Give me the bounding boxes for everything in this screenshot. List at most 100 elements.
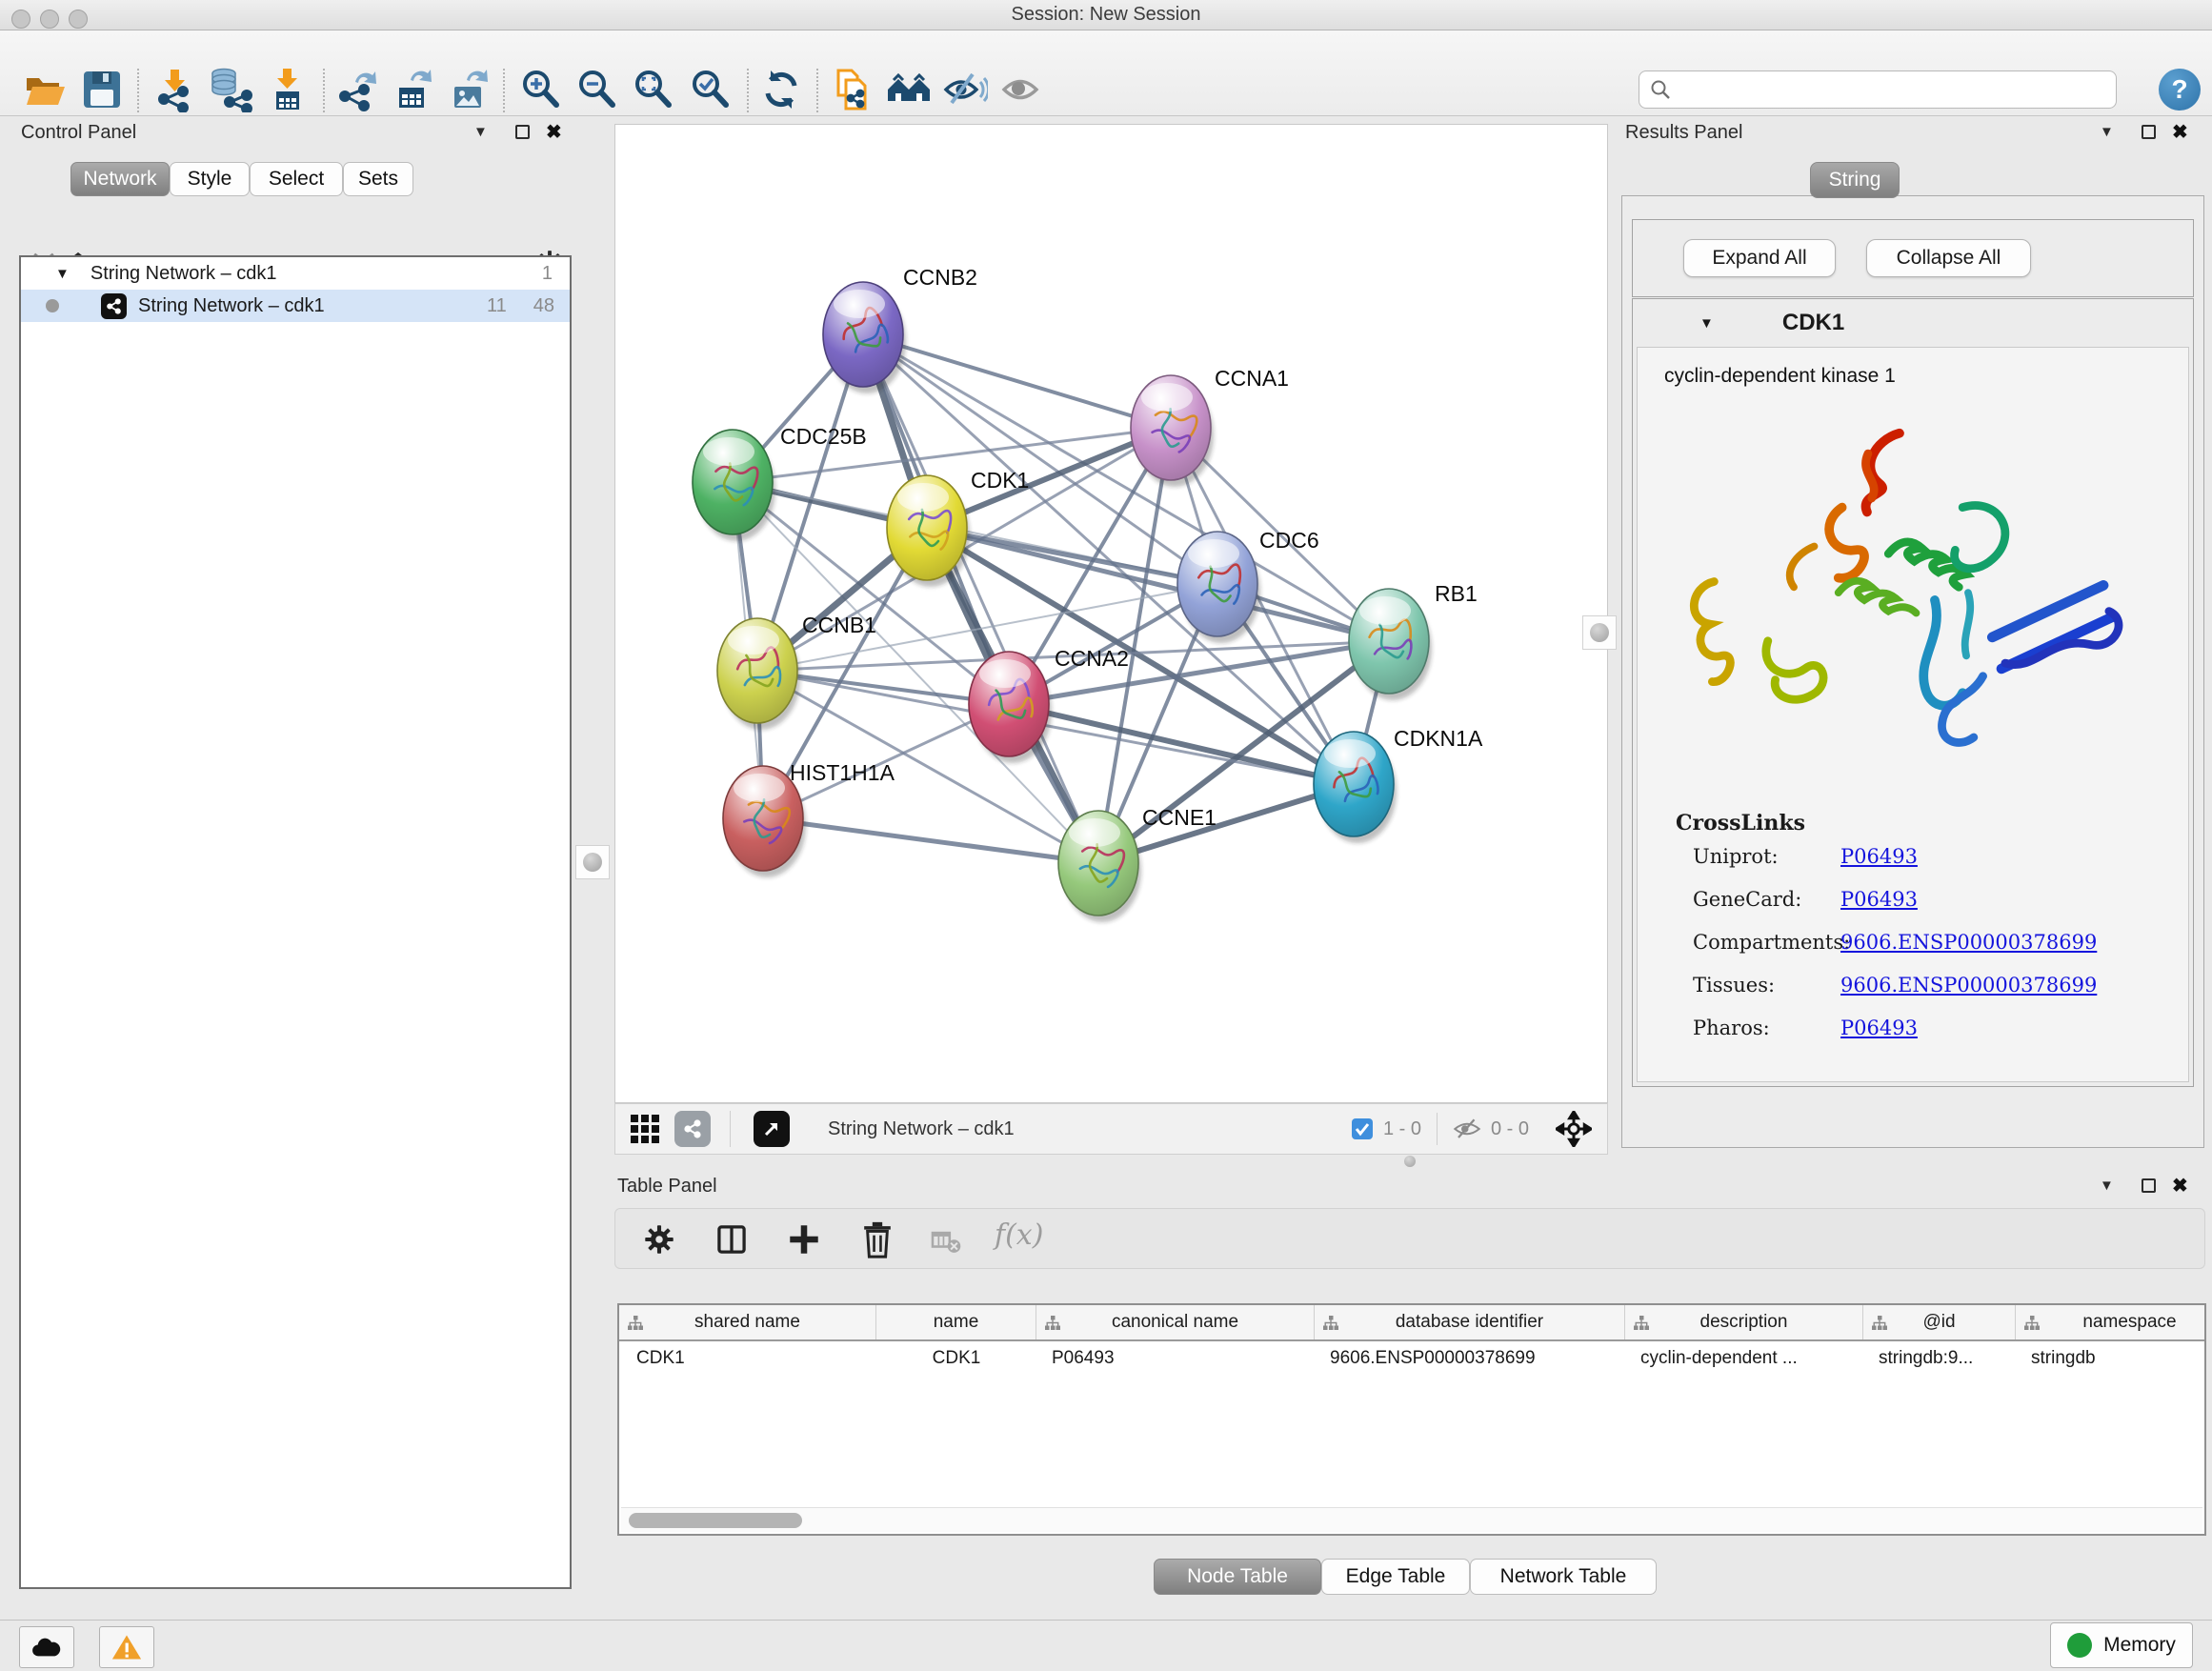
horizontal-splitter[interactable] <box>598 1156 2212 1167</box>
cloud-status-button[interactable] <box>19 1626 74 1668</box>
selected-checkbox-icon[interactable] <box>1351 1117 1374 1140</box>
show-all-icon[interactable] <box>999 67 1045 112</box>
zoom-selected-icon[interactable] <box>688 67 734 112</box>
apply-layout-icon[interactable] <box>758 67 804 112</box>
float-panel-icon[interactable] <box>2142 1178 2156 1193</box>
network-node-cdkn1a[interactable] <box>1314 732 1397 843</box>
panel-menu-icon[interactable]: ▼ <box>2100 124 2114 140</box>
column-header-database-identifier[interactable]: database identifier <box>1315 1305 1625 1339</box>
crosslink-link[interactable]: P06493 <box>1840 845 1918 868</box>
tab-network-table[interactable]: Network Table <box>1470 1559 1657 1595</box>
import-table-icon[interactable] <box>264 67 310 112</box>
column-header-canonical-name[interactable]: canonical name <box>1036 1305 1315 1339</box>
panel-splitter-handle[interactable] <box>575 845 610 879</box>
panel-menu-icon[interactable]: ▼ <box>473 124 488 140</box>
help-icon[interactable]: ? <box>2159 69 2201 111</box>
network-node-ccnb2[interactable] <box>823 282 906 393</box>
import-network-from-file-icon[interactable] <box>151 67 197 112</box>
panel-menu-icon[interactable]: ▼ <box>2100 1178 2114 1194</box>
open-file-icon[interactable] <box>22 67 68 112</box>
column-header-namespace[interactable]: namespace <box>2016 1305 2212 1339</box>
network-row-selected[interactable]: String Network – cdk1 11 48 <box>21 290 570 322</box>
section-collapse-icon[interactable]: ▼ <box>1699 315 1714 332</box>
tab-string[interactable]: String <box>1810 162 1900 198</box>
network-node-cdk1[interactable] <box>887 475 970 587</box>
tab-style[interactable]: Style <box>170 162 250 196</box>
memory-button[interactable]: Memory <box>2050 1622 2193 1668</box>
window-title: Session: New Session <box>0 4 2212 26</box>
cell-name[interactable]: CDK1 <box>876 1341 1036 1376</box>
network-edge[interactable] <box>863 334 1098 863</box>
network-edge[interactable] <box>927 528 1389 641</box>
pan-navigate-icon[interactable] <box>1556 1111 1592 1147</box>
table-row[interactable]: CDK1CDK1P064939606.ENSP00000378699cyclin… <box>619 1341 2204 1376</box>
cell--id[interactable]: stringdb:9... <box>1863 1341 2016 1376</box>
cell-canonical-name[interactable]: P06493 <box>1036 1341 1315 1376</box>
export-table-icon[interactable] <box>390 67 435 112</box>
network-edge[interactable] <box>763 818 1098 863</box>
gene-description: cyclin-dependent kinase 1 <box>1664 365 1896 388</box>
node-label-ccnb2: CCNB2 <box>903 265 977 290</box>
tab-select[interactable]: Select <box>250 162 343 196</box>
search-input[interactable] <box>1672 79 2091 100</box>
zoom-out-icon[interactable] <box>574 67 620 112</box>
duplicate-network-icon[interactable] <box>829 67 875 112</box>
collapse-all-button[interactable]: Collapse All <box>1866 239 2031 277</box>
tab-node-table[interactable]: Node Table <box>1154 1559 1321 1595</box>
float-panel-icon[interactable] <box>515 125 530 139</box>
hide-selected-icon[interactable] <box>942 67 988 112</box>
show-columns-icon[interactable] <box>714 1222 749 1257</box>
cell-description[interactable]: cyclin-dependent ... <box>1625 1341 1863 1376</box>
tab-edge-table[interactable]: Edge Table <box>1321 1559 1470 1595</box>
results-panel-body: Expand All Collapse All ▼ CDK1 cyclin-de… <box>1621 195 2204 1148</box>
delete-column-icon[interactable] <box>859 1220 895 1258</box>
grid-mode-icon[interactable] <box>629 1113 661 1145</box>
crosslink-link[interactable]: P06493 <box>1840 888 1918 911</box>
import-network-from-database-icon[interactable] <box>208 67 253 112</box>
collection-count: 1 <box>542 263 553 285</box>
crosslink-link[interactable]: 9606.ENSP00000378699 <box>1840 931 2097 954</box>
cell-shared-name[interactable]: CDK1 <box>619 1341 876 1376</box>
select-first-neighbors-icon[interactable] <box>886 67 932 112</box>
close-panel-icon[interactable]: ✖ <box>2172 1174 2188 1198</box>
column-header-shared-name[interactable]: shared name <box>619 1305 876 1339</box>
tab-network[interactable]: Network <box>70 162 170 196</box>
network-label: String Network – cdk1 <box>138 295 325 317</box>
column-header-description[interactable]: description <box>1625 1305 1863 1339</box>
tab-sets[interactable]: Sets <box>343 162 413 196</box>
close-panel-icon[interactable]: ✖ <box>2172 120 2188 144</box>
crosslink-link[interactable]: P06493 <box>1840 1017 1918 1039</box>
network-view-mode-icon[interactable] <box>674 1111 711 1147</box>
column-header-name[interactable]: name <box>876 1305 1036 1339</box>
zoom-in-icon[interactable] <box>518 67 564 112</box>
close-panel-icon[interactable]: ✖ <box>546 120 562 144</box>
export-image-icon[interactable] <box>446 67 492 112</box>
export-network-icon[interactable] <box>334 67 380 112</box>
network-node-ccnb1[interactable] <box>717 618 800 730</box>
network-node-ccna2[interactable] <box>969 652 1052 763</box>
network-canvas[interactable]: CCNB2CCNA1CDC25BCDK1CDC6RB1CCNB1CCNA2CDK… <box>614 124 1608 1103</box>
hscrollbar-thumb[interactable] <box>629 1513 802 1528</box>
network-node-ccne1[interactable] <box>1058 811 1141 922</box>
warnings-button[interactable] <box>99 1626 154 1668</box>
network-node-rb1[interactable] <box>1349 589 1432 700</box>
cell-database-identifier[interactable]: 9606.ENSP00000378699 <box>1315 1341 1625 1376</box>
crosslink-link[interactable]: 9606.ENSP00000378699 <box>1840 974 2097 997</box>
gene-section-header[interactable]: ▼ CDK1 <box>1633 299 2193 347</box>
birds-eye-view-icon[interactable] <box>754 1111 790 1147</box>
network-collection-row[interactable]: ▼ String Network – cdk1 1 <box>21 257 570 290</box>
network-edge[interactable] <box>1009 704 1354 784</box>
save-session-icon[interactable] <box>79 67 125 112</box>
column-header--id[interactable]: @id <box>1863 1305 2016 1339</box>
table-options-gear-icon[interactable] <box>642 1222 676 1257</box>
create-column-icon[interactable] <box>787 1222 821 1257</box>
table-hscrollbar[interactable] <box>621 1507 2202 1532</box>
network-edge[interactable] <box>863 334 1171 428</box>
float-panel-icon[interactable] <box>2142 125 2156 139</box>
network-node-ccna1[interactable] <box>1131 375 1214 487</box>
zoom-fit-icon[interactable] <box>631 67 676 112</box>
network-node-cdc6[interactable] <box>1177 532 1260 643</box>
cell-namespace[interactable]: stringdb <box>2016 1341 2212 1376</box>
expand-all-button[interactable]: Expand All <box>1683 239 1836 277</box>
tree-collapse-icon[interactable]: ▼ <box>55 266 70 282</box>
